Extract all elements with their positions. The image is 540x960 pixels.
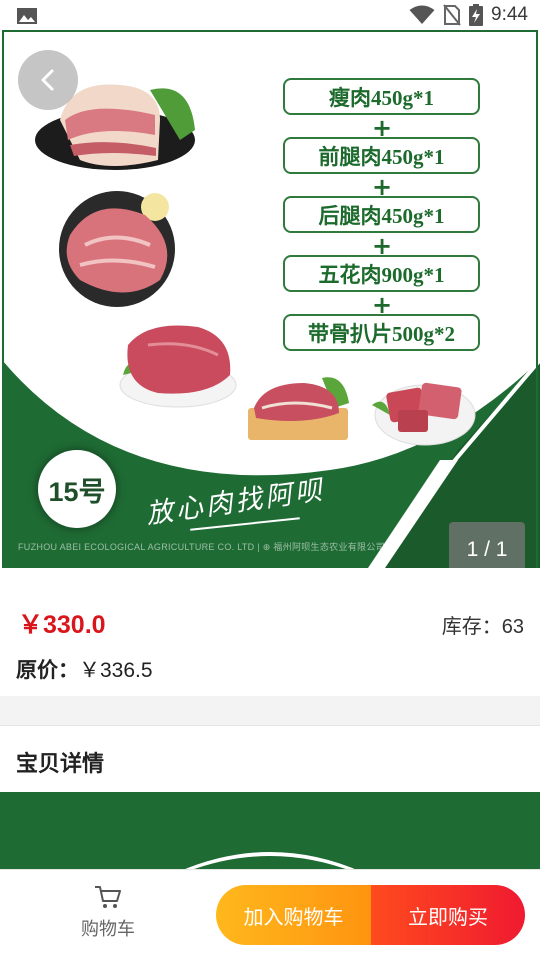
stock-info: 库存：63: [442, 610, 524, 639]
original-price: 原价：￥336.5: [16, 654, 153, 684]
bottom-action-bar: 购物车 加入购物车 立即购买: [0, 869, 540, 960]
original-price-label: 原价：: [16, 659, 79, 682]
details-image-art: [178, 852, 362, 872]
image-page-indicator: 1 / 1: [449, 522, 525, 568]
bundle-item: 后腿肉450g*1: [283, 196, 480, 233]
wifi-icon: [409, 5, 435, 24]
plus-sign: +: [372, 291, 393, 319]
plus-sign: +: [372, 232, 393, 260]
shopping-cart-icon: [95, 886, 121, 908]
stock-label: 库存：: [441, 616, 502, 638]
bundle-item: 带骨扒片500g*2: [283, 314, 480, 351]
details-title: 宝贝详情: [16, 751, 105, 776]
status-time: 9:44: [491, 4, 528, 25]
company-name: FUZHOU ABEI ECOLOGICAL AGRICULTURE CO. L…: [18, 542, 385, 552]
back-button[interactable]: [18, 50, 78, 110]
cart-tab-label: 购物车: [81, 919, 135, 939]
original-price-value: ￥336.5: [79, 659, 153, 682]
bundle-item: 五花肉900g*1: [283, 255, 480, 292]
package-number-badge: 15号: [38, 450, 116, 528]
bundle-item: 瘦肉450g*1: [283, 78, 480, 115]
cart-tab[interactable]: 购物车: [72, 884, 144, 950]
lean-pork-image: [119, 325, 237, 408]
image-icon: [17, 8, 37, 24]
pork-leg-slices-image: [59, 191, 175, 307]
pork-ribs-image: [372, 382, 476, 446]
plus-sign: +: [372, 114, 393, 142]
section-divider: [0, 696, 540, 726]
add-to-cart-button[interactable]: 加入购物车: [216, 885, 371, 945]
details-image: [0, 792, 540, 872]
status-bar: 9:44: [0, 0, 540, 30]
stock-value: 63: [501, 616, 524, 638]
no-sim-icon: [443, 4, 461, 26]
pork-on-board-image: [248, 377, 349, 440]
plus-sign: +: [372, 173, 393, 201]
product-banner[interactable]: 瘦肉450g*1 + 前腿肉450g*1 + 后腿肉450g*1 + 五花肉90…: [0, 30, 540, 568]
battery-charging-icon: [469, 4, 484, 26]
bundle-item: 前腿肉450g*1: [283, 137, 480, 174]
buy-now-button[interactable]: 立即购买: [371, 885, 525, 945]
sale-price: ￥330.0: [18, 611, 106, 639]
chevron-left-icon: [41, 69, 54, 91]
